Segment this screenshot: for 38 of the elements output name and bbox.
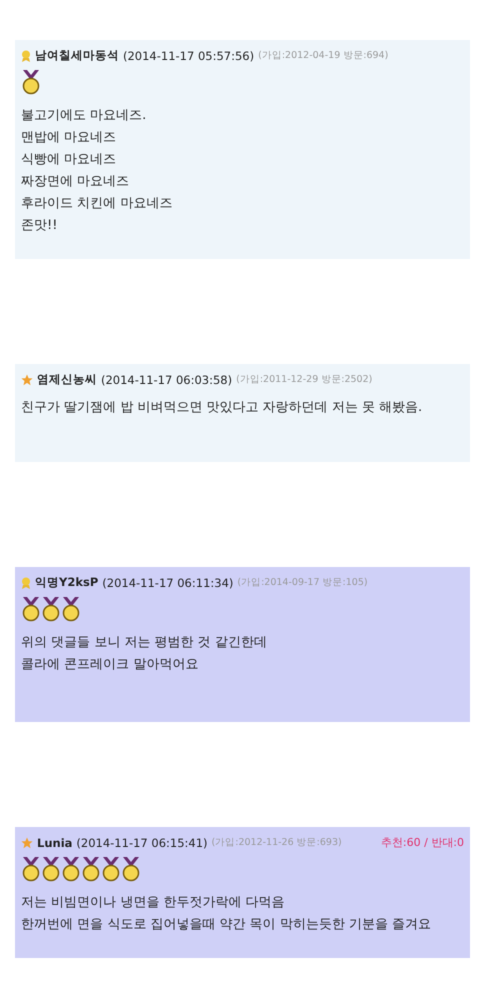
medal-icon xyxy=(61,596,81,622)
author-name: Lunia xyxy=(37,836,72,850)
medal-icon xyxy=(121,856,141,882)
comment-text: 후라이드 치킨에 마요네즈 xyxy=(21,195,174,213)
medal-icon xyxy=(21,596,41,622)
medal-icon xyxy=(61,856,81,882)
comment-text: 저는 비빔면이나 냉면을 한두젓가락에 다먹음 xyxy=(21,894,286,912)
vote-count: 추천:60 / 반대:0 xyxy=(380,835,464,850)
rank-icon xyxy=(21,50,31,62)
author-name: 익명Y2ksP xyxy=(35,575,98,590)
member-info: (가입:2012-04-19 방문:694) xyxy=(258,49,388,62)
medal-icon xyxy=(21,69,41,95)
comment-text: 친구가 딸기잼에 밥 비벼먹으면 맛있다고 자랑하던데 저는 못 해봤음. xyxy=(21,399,424,417)
comment-text: 맨밥에 마요네즈 xyxy=(21,129,118,147)
comment-time: (2014-11-17 06:03:58) xyxy=(101,372,232,386)
comment-time: (2014-11-17 05:57:56) xyxy=(123,48,254,62)
member-info: (가입:2012-11-26 방문:693) xyxy=(212,836,342,849)
medal-icon xyxy=(21,856,41,882)
medal-icon xyxy=(81,856,101,882)
medal-icon xyxy=(41,856,61,882)
comment-text: 한꺼번에 면을 식도로 집어넣을때 약간 목이 막히는듯한 기분을 즐겨요 xyxy=(21,916,432,934)
author-name: 남여칠세마동석 xyxy=(35,48,119,63)
medal-icon xyxy=(41,596,61,622)
comment-text: 위의 댓글들 보니 저는 평범한 것 같긴한데 xyxy=(21,634,268,652)
star-icon xyxy=(21,836,33,848)
comment-time: (2014-11-17 06:11:34) xyxy=(102,576,234,590)
medal-icon xyxy=(101,856,121,882)
comment-text: 짜장면에 마요네즈 xyxy=(21,173,130,191)
comment-text: 식빵에 마요네즈 xyxy=(21,151,118,169)
star-icon xyxy=(21,374,33,386)
rank-icon xyxy=(21,576,31,588)
author-name: 염제신농씨 xyxy=(37,372,97,387)
member-info: (가입:2011-12-29 방문:2502) xyxy=(236,373,372,386)
member-info: (가입:2014-09-17 방문:105) xyxy=(237,576,368,589)
comment-text: 콜라에 콘프레이크 말아먹어요 xyxy=(21,656,200,674)
comment-time: (2014-11-17 06:15:41) xyxy=(76,836,208,850)
comment-text: 불고기에도 마요네즈. xyxy=(21,107,148,125)
comment-text: 존맛!! xyxy=(21,217,58,235)
